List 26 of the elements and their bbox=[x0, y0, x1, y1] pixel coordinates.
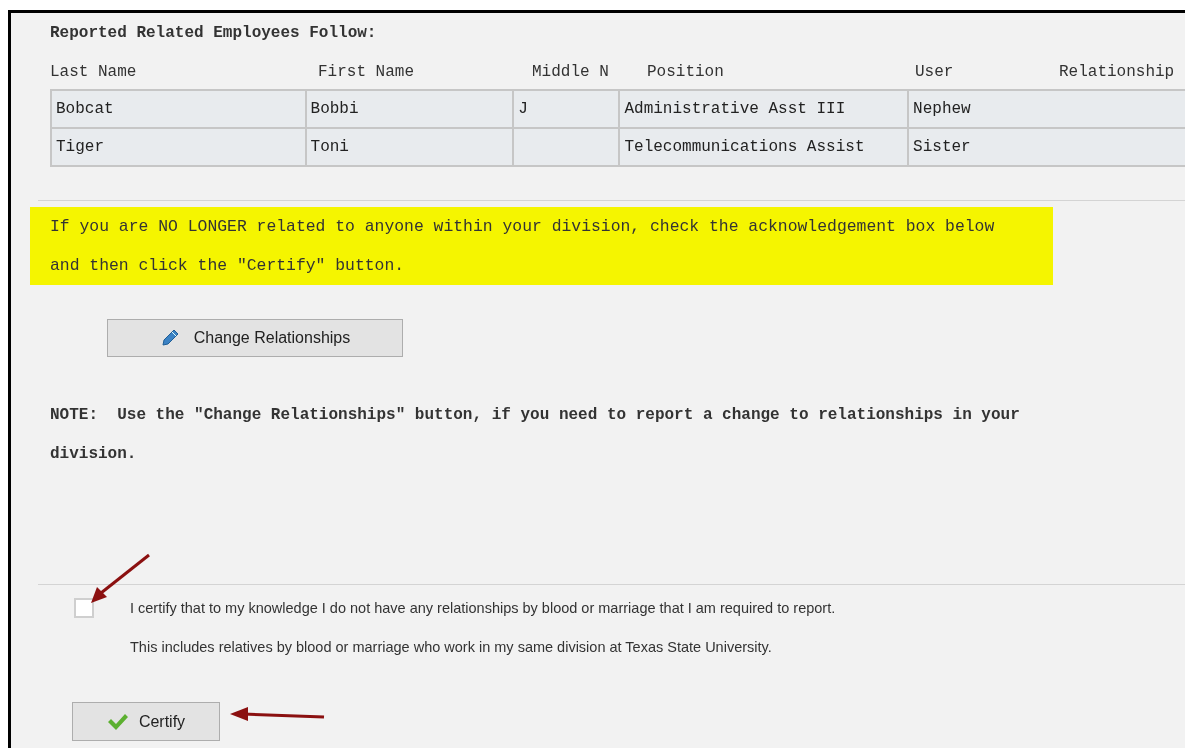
table-cell: Administrative Asst III bbox=[619, 90, 909, 128]
certification-text: This includes relatives by blood or marriage who work in my same division at Texas State University. bbox=[130, 638, 772, 657]
certification-text: I certify that to my knowledge I do not have any relationships by blood or marriage that I am required to report. bbox=[130, 599, 836, 618]
table-cell: Toni bbox=[305, 128, 514, 166]
column-header: User bbox=[915, 62, 955, 83]
table-cell: J bbox=[513, 90, 620, 128]
notice-text: If you are NO LONGER related to anyone within your division, check the acknowledgement box below bbox=[50, 216, 996, 238]
table-cell: Bobcat bbox=[51, 90, 306, 128]
column-header: Last Name bbox=[50, 62, 138, 83]
column-header: Middle N bbox=[532, 62, 610, 83]
column-header: First Name bbox=[318, 62, 415, 83]
table-cell: Nephew bbox=[908, 90, 1185, 128]
certify-button[interactable]: Certify bbox=[72, 702, 220, 741]
table-cell: Telecommunications Assist bbox=[619, 128, 909, 166]
table-cell: Tiger bbox=[51, 128, 306, 166]
notice-text: and then click the "Certify" button. bbox=[50, 255, 406, 277]
checkmark-icon bbox=[106, 712, 129, 731]
pencil-icon bbox=[159, 328, 180, 348]
table-cell: Bobbi bbox=[305, 90, 514, 128]
column-header: Relationship bbox=[1059, 62, 1176, 83]
change-relationships-button[interactable]: Change Relationships bbox=[107, 319, 403, 357]
checkbox[interactable] bbox=[74, 598, 94, 618]
table-cell: Sister bbox=[908, 128, 1185, 166]
note-text: NOTE: Use the "Change Relationships" button, if you need to report a change to relationships in your division. bbox=[50, 405, 1021, 465]
section-title: Reported Related Employees Follow: bbox=[50, 23, 377, 44]
column-header: Position bbox=[647, 62, 725, 83]
